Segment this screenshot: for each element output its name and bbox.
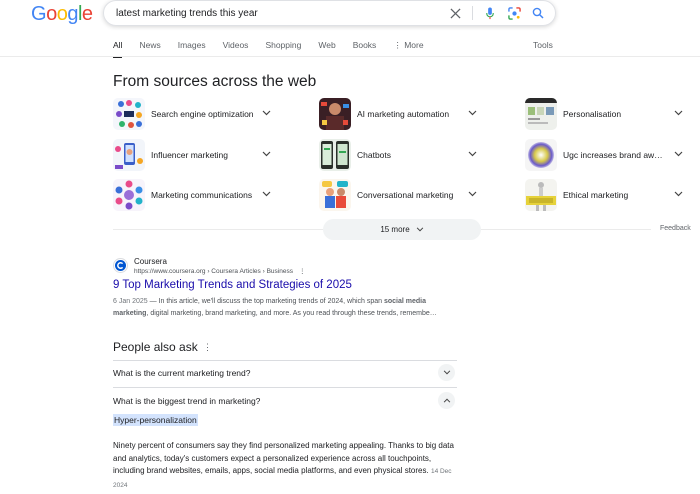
chevron-down-icon[interactable] (262, 108, 271, 118)
source-label: Influencer marketing (151, 150, 229, 160)
source-label: Ugc increases brand aw… (563, 150, 663, 160)
logo-letter: o (46, 3, 57, 25)
source-item-chatbots[interactable]: Chatbots (319, 139, 391, 171)
chevron-down-icon[interactable] (674, 189, 683, 199)
result-snippet: 6 Jan 2025 — In this article, we'll disc… (113, 296, 463, 320)
logo-letter: G (31, 3, 47, 25)
google-logo[interactable]: Google (31, 3, 93, 26)
snippet-part-2: , digital marketing, brand marketing, an… (146, 310, 437, 317)
logo-letter: o (56, 3, 68, 25)
search-box[interactable]: latest marketing trends this year (103, 0, 556, 26)
tab-more-label: More (404, 40, 424, 50)
feedback-link[interactable]: Feedback (660, 225, 691, 232)
source-thumbnail (525, 179, 557, 211)
source-item-ethical[interactable]: Ethical marketing (525, 179, 628, 211)
chevron-down-icon[interactable] (674, 108, 683, 118)
source-item-ugc[interactable]: Ugc increases brand aw… (525, 139, 663, 171)
source-item-influencer[interactable]: Influencer marketing (113, 139, 228, 171)
paa-question-2[interactable]: What is the biggest trend in marketing? (113, 396, 260, 406)
source-item-ai-marketing[interactable]: AI marketing automation (319, 98, 449, 130)
more-divider-right (481, 229, 651, 230)
sources-title: From sources across the web (113, 73, 317, 90)
source-thumbnail (319, 179, 351, 211)
source-label: Chatbots (357, 150, 392, 160)
source-label: Personalisation (563, 109, 622, 119)
result-date: 6 Jan 2025 (113, 298, 148, 305)
search-input[interactable]: latest marketing trends this year (116, 8, 448, 19)
result-url[interactable]: https://www.coursera.org › Coursera Arti… (134, 267, 305, 275)
more-divider-left (113, 229, 323, 230)
more-vertical-icon[interactable]: ⋮ (203, 342, 212, 353)
coursera-favicon-icon[interactable] (113, 258, 128, 273)
paa-divider (113, 360, 457, 361)
source-thumbnail (525, 98, 557, 130)
source-label: Ethical marketing (563, 190, 629, 200)
chevron-down-icon[interactable] (468, 149, 477, 159)
chevron-down-icon[interactable] (674, 149, 683, 159)
source-thumbnail (319, 98, 351, 130)
chevron-down-icon (416, 227, 423, 232)
chevron-down-icon[interactable] (262, 149, 271, 159)
source-item-seo[interactable]: Search engine optimization (113, 98, 254, 130)
chevron-down-icon[interactable] (262, 189, 271, 199)
more-vertical-icon: ⋮ (393, 40, 402, 50)
more-vertical-icon[interactable]: ⋮ (299, 268, 306, 275)
more-sources-button[interactable]: 15 more (323, 219, 481, 240)
paa-answer-highlight: Hyper-personalization (113, 414, 198, 426)
header-divider (0, 56, 700, 57)
snippet-part-1: — In this article, we'll discuss the top… (147, 298, 384, 305)
paa-divider (113, 387, 457, 388)
source-thumbnail (113, 98, 145, 130)
logo-letter: g (67, 3, 78, 25)
result-title-link[interactable]: 9 Top Marketing Trends and Strategies of… (113, 279, 352, 291)
lens-icon[interactable] (507, 6, 521, 20)
logo-letter: e (81, 3, 93, 25)
chevron-down-icon[interactable] (468, 189, 477, 199)
paa-question-1[interactable]: What is the current marketing trend? (113, 368, 250, 378)
search-icon[interactable] (531, 6, 545, 20)
source-label: Search engine optimization (151, 109, 254, 119)
source-thumbnail (113, 179, 145, 211)
tools-button[interactable]: Tools (533, 40, 553, 50)
paa-answer-body: Ninety percent of consumers say they fin… (113, 441, 454, 475)
source-label: AI marketing automation (357, 109, 450, 119)
source-label: Conversational marketing (357, 190, 454, 200)
people-also-ask-title: People also ask (113, 340, 198, 354)
chevron-down-icon[interactable] (468, 108, 477, 118)
more-sources-label: 15 more (380, 225, 410, 234)
source-label: Marketing communications (151, 190, 253, 200)
microphone-icon[interactable] (483, 6, 497, 20)
source-thumbnail (525, 139, 557, 171)
result-url-text: https://www.coursera.org › Coursera Arti… (134, 268, 293, 275)
source-thumbnail (113, 139, 145, 171)
source-thumbnail (319, 139, 351, 171)
source-item-conversational[interactable]: Conversational marketing (319, 179, 453, 211)
source-item-personalisation[interactable]: Personalisation (525, 98, 621, 130)
chevron-up-icon[interactable] (438, 392, 455, 409)
source-item-marcom[interactable]: Marketing communications (113, 179, 252, 211)
search-divider (472, 6, 473, 20)
paa-answer-text: Ninety percent of consumers say they fin… (113, 440, 461, 492)
clear-icon[interactable] (448, 6, 462, 20)
result-site-name[interactable]: Coursera (134, 257, 167, 266)
chevron-down-icon[interactable] (438, 364, 455, 381)
